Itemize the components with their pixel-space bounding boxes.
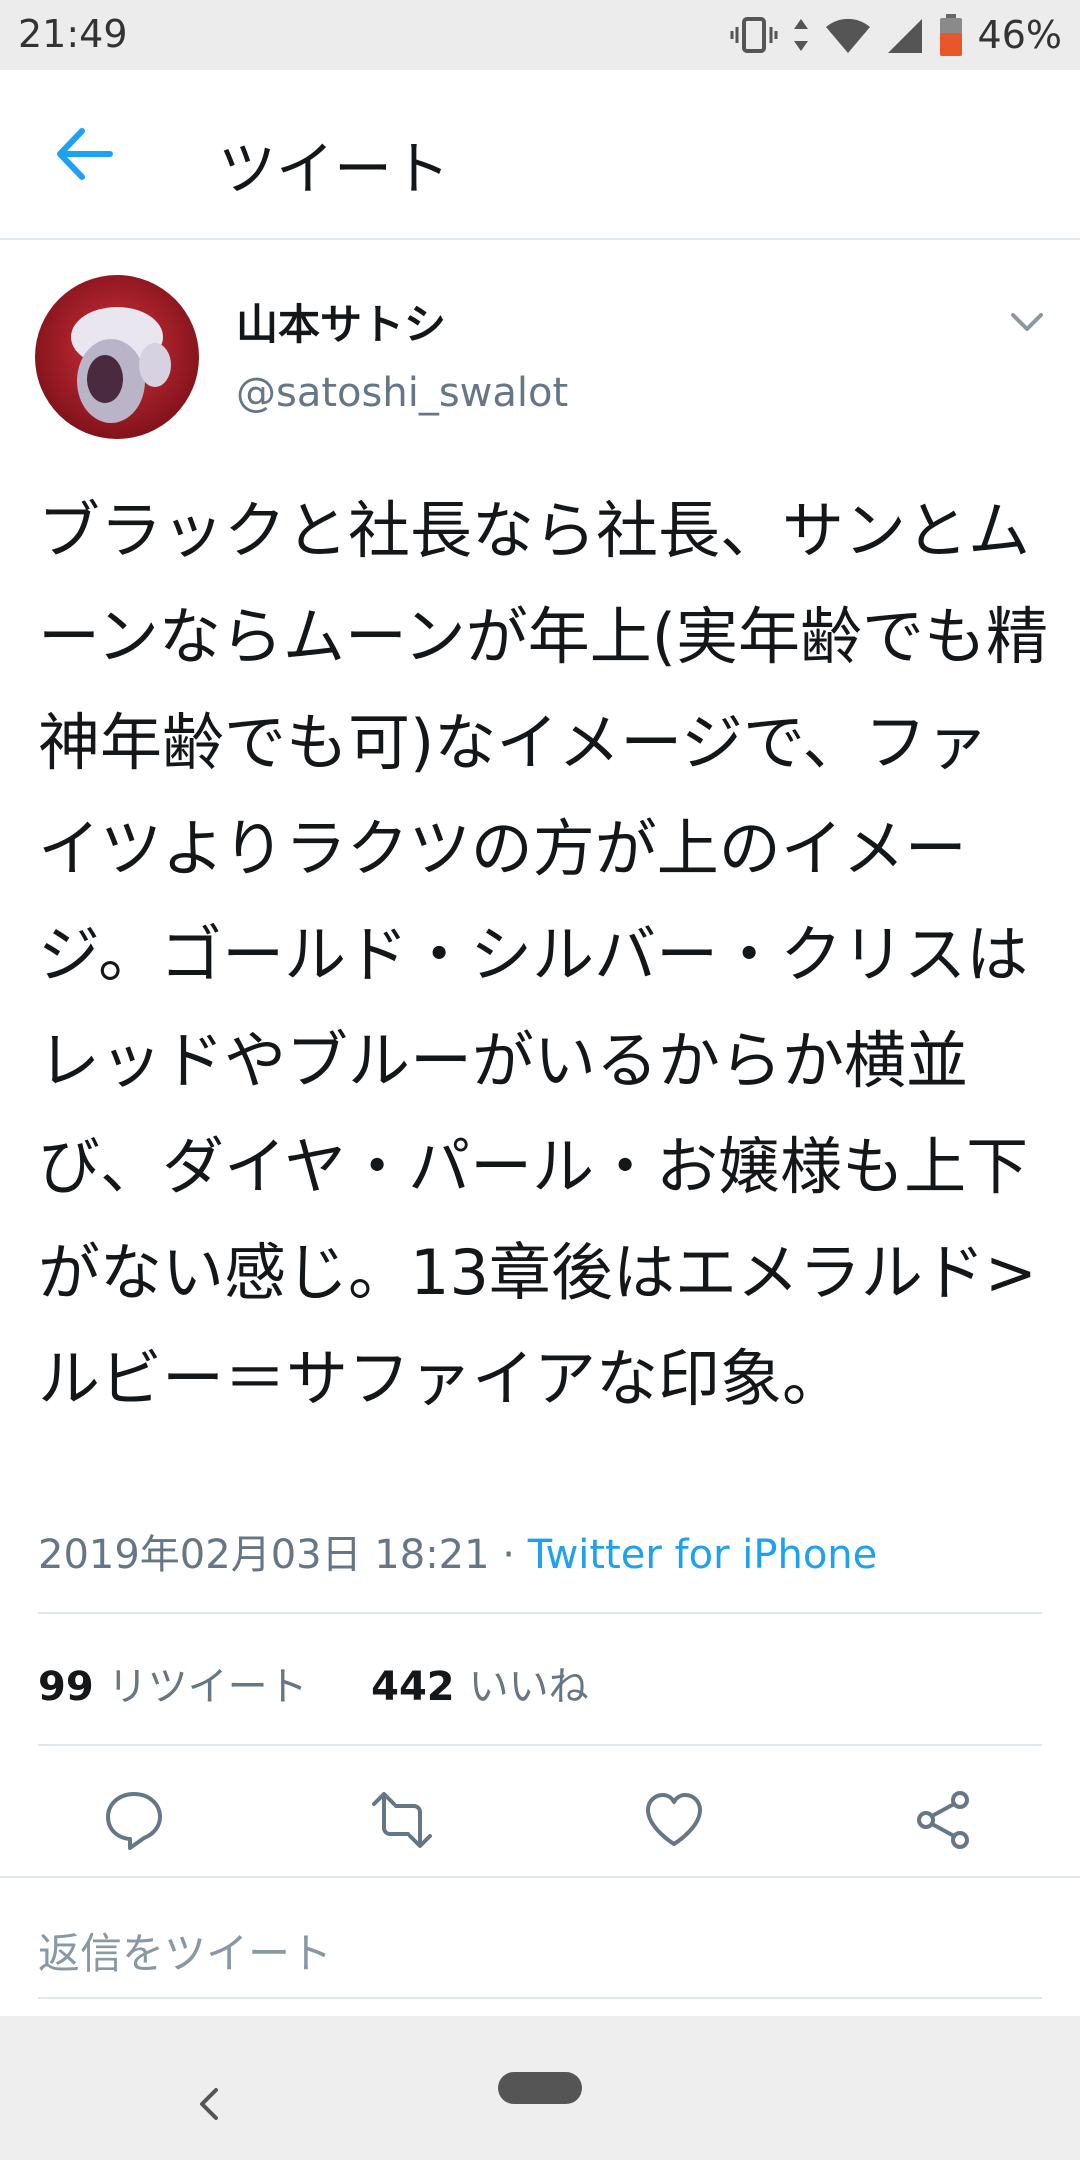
divider bbox=[0, 1876, 1080, 1878]
page-title: ツイート bbox=[218, 135, 451, 203]
avatar[interactable] bbox=[35, 275, 199, 439]
status-icons: 46% bbox=[730, 10, 1062, 60]
divider bbox=[38, 1997, 1042, 1999]
tweet-source-link[interactable]: Twitter for iPhone bbox=[528, 1532, 878, 1578]
likes-stat[interactable]: 442 いいね bbox=[371, 1664, 589, 1710]
reply-icon bbox=[106, 1792, 162, 1850]
retweet-button[interactable] bbox=[370, 1788, 434, 1852]
share-icon bbox=[917, 1791, 969, 1849]
share-button[interactable] bbox=[912, 1788, 976, 1852]
meta-separator: · bbox=[489, 1532, 528, 1578]
chevron-down-icon bbox=[1011, 313, 1043, 331]
battery-percent: 46% bbox=[977, 13, 1062, 57]
retweet-count: 99 bbox=[38, 1664, 94, 1710]
retweets-stat[interactable]: 99 リツイート bbox=[38, 1664, 308, 1710]
battery-icon bbox=[939, 14, 962, 56]
like-label: いいね bbox=[468, 1664, 589, 1710]
tweet-menu-button[interactable] bbox=[1007, 302, 1047, 342]
like-icon bbox=[646, 1793, 702, 1846]
status-time: 21:49 bbox=[18, 12, 128, 56]
vibrate-icon bbox=[730, 17, 778, 53]
author-name[interactable]: 山本サトシ bbox=[236, 291, 446, 352]
tweet-text: ブラックと社長なら社長、サンとムーンならムーンが年上(実年齢でも精神年齢でも可)… bbox=[38, 494, 1048, 1415]
divider bbox=[38, 1612, 1042, 1614]
data-arrows-icon bbox=[793, 19, 808, 51]
wifi-icon bbox=[825, 18, 870, 53]
status-bar: 21:49 46% bbox=[0, 0, 1080, 70]
retweet-label: リツイート bbox=[107, 1664, 308, 1710]
reply-button[interactable] bbox=[102, 1788, 166, 1852]
tweet-timestamp: 2019年02月03日 18:21 bbox=[38, 1532, 490, 1578]
system-back-button[interactable] bbox=[194, 2084, 224, 2124]
app-bar: ツイート bbox=[0, 70, 1080, 240]
retweet-icon bbox=[372, 1792, 432, 1848]
signal-icon bbox=[887, 19, 922, 53]
like-button[interactable] bbox=[642, 1788, 706, 1852]
back-button[interactable] bbox=[50, 123, 120, 185]
divider bbox=[38, 1744, 1042, 1746]
reply-input[interactable]: 返信をツイート bbox=[38, 1920, 332, 1981]
tweet-meta: 2019年02月03日 18:21 · Twitter for iPhone bbox=[38, 1522, 877, 1580]
author-handle[interactable]: @satoshi_swalot bbox=[236, 370, 568, 416]
tweet-stats: 99 リツイート 442 いいね bbox=[38, 1654, 589, 1712]
like-count: 442 bbox=[371, 1664, 455, 1710]
arrow-left-icon bbox=[57, 128, 113, 180]
home-pill-button[interactable] bbox=[498, 2072, 582, 2104]
chevron-left-icon bbox=[200, 2088, 218, 2120]
